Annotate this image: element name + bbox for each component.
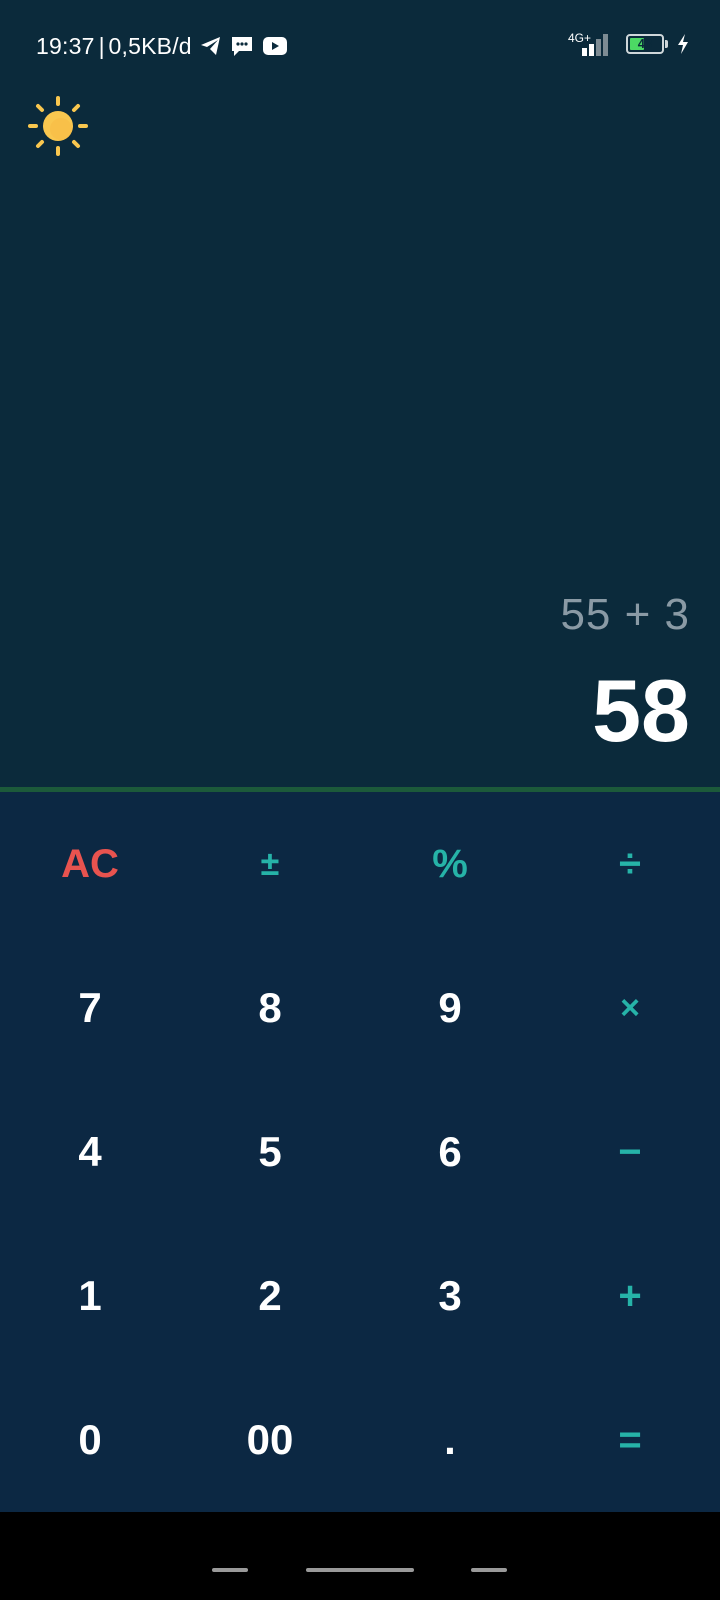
status-time: 19:37 — [36, 32, 95, 59]
theme-toggle-button[interactable] — [28, 96, 88, 156]
digit-3-button[interactable]: 3 — [360, 1224, 540, 1368]
decimal-button[interactable]: . — [360, 1368, 540, 1512]
telegram-icon — [200, 36, 222, 56]
digit-2-button[interactable]: 2 — [180, 1224, 360, 1368]
status-data-rate: 0,5KB/d — [108, 32, 192, 59]
sun-icon — [28, 96, 88, 156]
expression-text: 55 + 3 — [560, 590, 690, 639]
status-bar: 19:37 | 0,5KB/d 4G+ 48 — [0, 0, 720, 90]
result-text: 58 — [592, 661, 690, 760]
subtract-button[interactable]: − — [540, 1080, 720, 1224]
digit-5-button[interactable]: 5 — [180, 1080, 360, 1224]
digit-1-button[interactable]: 1 — [0, 1224, 180, 1368]
divide-button[interactable]: ÷ — [540, 792, 720, 936]
battery-level: 48 — [637, 36, 653, 51]
nav-back-handle[interactable] — [471, 1568, 507, 1572]
battery-icon: 48 — [626, 34, 664, 54]
keypad: AC ±% ÷ 7 8 9 × 4 5 6− 1 2 3 +0 00. = — [0, 792, 720, 1512]
status-bar-left: 19:37 | 0,5KB/d — [36, 30, 288, 62]
percent-button[interactable]: % — [360, 792, 540, 936]
nav-home-handle[interactable] — [306, 1568, 414, 1572]
charging-icon — [676, 33, 690, 55]
multiply-button[interactable]: × — [540, 936, 720, 1080]
digit-8-button[interactable]: 8 — [180, 936, 360, 1080]
digit-7-button[interactable]: 7 — [0, 936, 180, 1080]
equals-button[interactable]: = — [540, 1368, 720, 1512]
calculator-screen: 19:37 | 0,5KB/d 4G+ 48 55 + 3 58 AC ± % … — [0, 0, 720, 1600]
digit-6-button[interactable]: 6 — [360, 1080, 540, 1224]
digit-4-button[interactable]: 4 — [0, 1080, 180, 1224]
battery-cap — [665, 40, 668, 48]
all-clear-button[interactable]: AC — [0, 792, 180, 936]
double-zero-button[interactable]: 00 — [180, 1368, 360, 1512]
add-button[interactable]: + — [540, 1224, 720, 1368]
status-bar-right: 4G+ 48 — [568, 28, 690, 60]
plus-minus-button[interactable]: ± — [180, 792, 360, 936]
youtube-icon — [262, 36, 288, 56]
navigation-bar — [0, 1512, 720, 1600]
status-separator: | — [98, 32, 105, 59]
nav-recents-handle[interactable] — [212, 1568, 248, 1572]
calculator-display: 55 + 3 58 — [0, 560, 720, 780]
digit-9-button[interactable]: 9 — [360, 936, 540, 1080]
signal-icon: 4G+ — [568, 30, 618, 58]
message-icon — [230, 35, 254, 57]
digit-0-button[interactable]: 0 — [0, 1368, 180, 1512]
